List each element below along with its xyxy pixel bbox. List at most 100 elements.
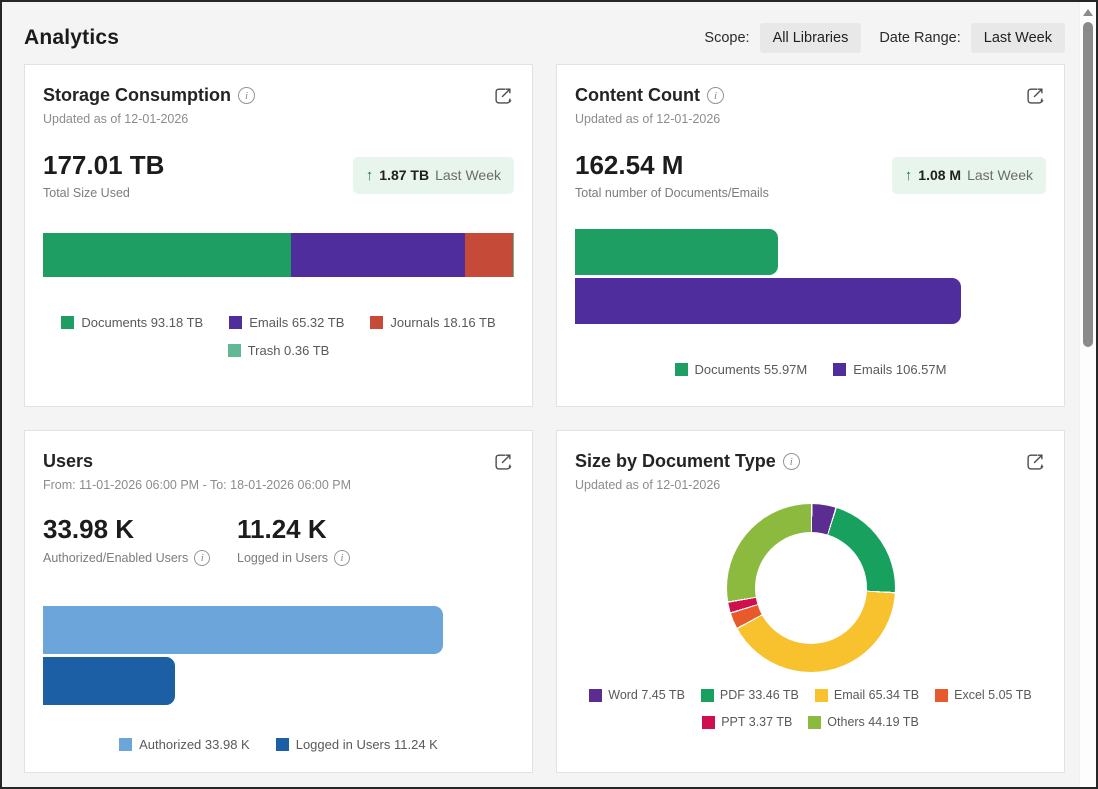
metric-block: 162.54 M Total number of Documents/Email… (575, 150, 769, 200)
card-header: Storage Consumption i (43, 85, 514, 107)
export-button[interactable] (492, 451, 514, 473)
scrollbar-up-arrow-icon[interactable] (1083, 9, 1093, 16)
export-icon (1024, 85, 1046, 107)
metric-label: Total Size Used (43, 186, 237, 200)
legend-label: Emails 106.57M (853, 362, 946, 377)
export-button[interactable] (1024, 85, 1046, 107)
export-icon (1024, 451, 1046, 473)
legend-item-emails: Emails 106.57M (833, 362, 946, 377)
metric-value: 177.01 TB (43, 150, 237, 181)
legend-swatch (701, 689, 714, 702)
legend-label: Emails 65.32 TB (249, 315, 344, 330)
legend-label: Others 44.19 TB (827, 715, 919, 729)
card-header: Users (43, 451, 514, 473)
card-storage-consumption: Storage Consumption i Updated as of 12-0… (24, 64, 533, 407)
legend-label: Journals 18.16 TB (390, 315, 495, 330)
info-icon[interactable]: i (238, 87, 255, 104)
updated-text: Updated as of 12-01-2026 (43, 112, 514, 126)
card-users: Users From: 11-01-2026 06:00 PM - To: 18… (24, 430, 533, 773)
card-size-by-document-type: Size by Document Type i Updated as of 12… (556, 430, 1065, 773)
legend-label: Word 7.45 TB (608, 688, 685, 702)
bar-authorized (43, 606, 443, 654)
legend-swatch (276, 738, 289, 751)
up-arrow-icon: ↑ (366, 167, 374, 184)
legend-swatch (808, 716, 821, 729)
content-count-legend: Documents 55.97M Emails 106.57M (575, 362, 1046, 377)
metric-block-authorized: 33.98 K Authorized/Enabled Users i (43, 514, 237, 566)
export-button[interactable] (492, 85, 514, 107)
legend-item-authorized: Authorized 33.98 K (119, 737, 250, 752)
metric-pair: 33.98 K Authorized/Enabled Users i 11.24… (43, 514, 514, 566)
legend-swatch (815, 689, 828, 702)
legend-item-documents: Documents 93.18 TB (61, 315, 203, 330)
metric-label-text: Authorized/Enabled Users (43, 551, 188, 565)
page-title: Analytics (24, 26, 119, 50)
metric-value: 11.24 K (237, 514, 350, 545)
users-legend: Authorized 33.98 K Logged in Users 11.24 … (43, 737, 514, 752)
info-icon[interactable]: i (783, 453, 800, 470)
page-header: Analytics Scope: All Libraries Date Rang… (24, 2, 1065, 64)
legend-swatch (61, 316, 74, 329)
card-title: Users (43, 451, 93, 472)
legend-swatch (935, 689, 948, 702)
vertical-scrollbar[interactable] (1079, 2, 1096, 787)
metric-value: 162.54 M (575, 150, 769, 181)
legend-label: PPT 3.37 TB (721, 715, 792, 729)
legend-swatch (229, 316, 242, 329)
bar-documents (575, 229, 778, 275)
bar-segment-journals (465, 233, 513, 277)
scope-selector-button[interactable]: All Libraries (760, 23, 862, 53)
legend-swatch (228, 344, 241, 357)
delta-value: 1.87 TB (379, 167, 429, 183)
up-arrow-icon: ↑ (905, 167, 913, 184)
delta-badge: ↑ 1.08 M Last Week (892, 157, 1046, 194)
card-header: Size by Document Type i (575, 451, 1046, 473)
export-icon (492, 85, 514, 107)
scope-label: Scope: (704, 30, 749, 46)
legend-item-others: Others 44.19 TB (808, 715, 919, 729)
cards-grid: Storage Consumption i Updated as of 12-0… (24, 64, 1065, 773)
card-title: Size by Document Type (575, 451, 776, 472)
size-by-type-donut-chart (727, 504, 895, 672)
metric-row: 162.54 M Total number of Documents/Email… (575, 150, 1046, 200)
metric-value: 33.98 K (43, 514, 237, 545)
app-window: Analytics Scope: All Libraries Date Rang… (0, 0, 1098, 789)
updated-text: Updated as of 12-01-2026 (575, 112, 1046, 126)
period-text: From: 11-01-2026 06:00 PM - To: 18-01-20… (43, 478, 514, 492)
bar-segment-documents (43, 233, 291, 277)
bar-segment-emails (291, 233, 465, 277)
legend-item-documents: Documents 55.97M (675, 362, 808, 377)
export-button[interactable] (1024, 451, 1046, 473)
metric-label: Authorized/Enabled Users i (43, 550, 237, 566)
metric-block: 177.01 TB Total Size Used (43, 150, 237, 200)
delta-value: 1.08 M (918, 167, 961, 183)
users-bar-chart (43, 606, 514, 705)
legend-item-trash: Trash 0.36 TB (228, 343, 330, 358)
legend-item-emails: Emails 65.32 TB (229, 315, 344, 330)
metric-block-logged-in: 11.24 K Logged in Users i (237, 514, 350, 566)
info-icon[interactable]: i (334, 550, 350, 566)
legend-item-ppt: PPT 3.37 TB (702, 715, 792, 729)
legend-label: Documents 93.18 TB (81, 315, 203, 330)
legend-label: Excel 5.05 TB (954, 688, 1032, 702)
bar-emails (575, 278, 961, 324)
legend-swatch (702, 716, 715, 729)
donut-wrap (575, 504, 1046, 672)
legend-label: Trash 0.36 TB (248, 343, 330, 358)
metric-label: Total number of Documents/Emails (575, 186, 769, 200)
date-range-selector-button[interactable]: Last Week (971, 23, 1065, 53)
storage-stacked-bar-chart (43, 233, 514, 277)
legend-swatch (675, 363, 688, 376)
legend-item-journals: Journals 18.16 TB (370, 315, 495, 330)
scrollbar-thumb[interactable] (1083, 22, 1093, 347)
card-title: Storage Consumption (43, 85, 231, 106)
info-icon[interactable]: i (194, 550, 210, 566)
bar-segment-trash (513, 233, 514, 277)
legend-swatch (833, 363, 846, 376)
info-icon[interactable]: i (707, 87, 724, 104)
legend-label: Documents 55.97M (695, 362, 808, 377)
bar-logged-in-users (43, 657, 175, 705)
card-content-count: Content Count i Updated as of 12-01-2026 (556, 64, 1065, 407)
legend-item-logged-in-users: Logged in Users 11.24 K (276, 737, 438, 752)
storage-legend: Documents 93.18 TB Emails 65.32 TB Journal… (43, 315, 514, 358)
